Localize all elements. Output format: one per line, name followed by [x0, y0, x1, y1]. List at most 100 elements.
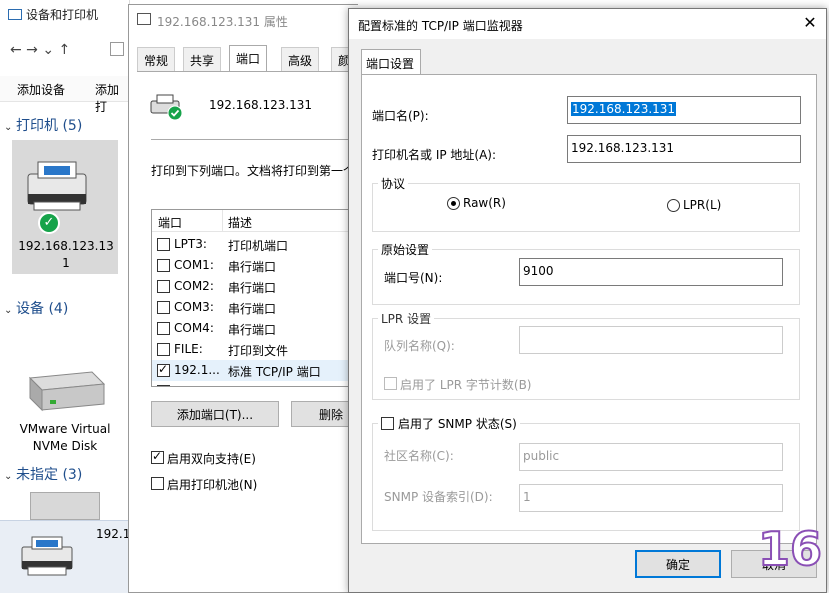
port-list[interactable]: 端口 描述 LPT3: 打印机端口 COM1: 串行端口 COM2: 串行端口 COM3: 串… — [151, 209, 359, 387]
chevron-down-icon: ⌄ — [4, 471, 13, 482]
bidirectional-label: 启用双向支持(E) — [167, 452, 256, 466]
divider — [151, 139, 357, 140]
chevron-down-icon: ⌄ — [4, 122, 13, 133]
tab-sharing[interactable]: 共享 — [183, 47, 222, 71]
port-checkbox[interactable] — [157, 259, 170, 272]
properties-titlebar[interactable]: 192.168.123.131 属性 — [129, 5, 359, 35]
port-name: COM4: — [174, 321, 214, 335]
port-name-field[interactable]: 192.168.123.131 — [567, 96, 801, 124]
properties-title: 192.168.123.131 属性 — [157, 15, 288, 29]
group-unspecified[interactable]: ⌄ 未指定 (3) — [4, 464, 82, 484]
default-check-icon: ✓ — [38, 212, 60, 234]
close-icon[interactable]: ✕ — [799, 13, 821, 32]
bidirectional-checkbox[interactable] — [151, 449, 164, 464]
group-devices[interactable]: ⌄ 设备 (4) — [4, 298, 68, 318]
port-settings-panel: 端口名(P): 192.168.123.131 打印机名或 IP 地址(A): … — [361, 74, 817, 544]
dialog-titlebar[interactable]: 配置标准的 TCP/IP 端口监视器 ✕ — [349, 9, 826, 39]
column-description[interactable]: 描述 — [228, 214, 252, 231]
unspecified-device-icon[interactable] — [30, 492, 100, 520]
community-field[interactable]: public — [519, 443, 783, 471]
port-number-label: 端口号(N): — [384, 271, 443, 285]
tab-advanced[interactable]: 高级 — [281, 47, 320, 71]
snmp-index-field[interactable]: 1 — [519, 484, 783, 512]
address-bar-icon[interactable] — [110, 42, 124, 56]
port-checkbox[interactable] — [157, 385, 170, 386]
snmp-index-label: SNMP 设备索引(D): — [384, 490, 493, 504]
port-description: 串行端口 — [228, 323, 277, 337]
printer-tile-selected[interactable]: ✓ 192.168.123.13 1 — [12, 140, 118, 274]
port-description: 打印机端口 — [228, 239, 289, 253]
port-name-value: 192.168.123.131 — [571, 102, 677, 116]
port-row[interactable]: COM2: 串行端口 — [152, 276, 358, 297]
column-port[interactable]: 端口 — [158, 214, 182, 231]
port-name: LPT3: — [174, 237, 207, 251]
tab-general[interactable]: 常规 — [137, 47, 176, 71]
snmp-checkbox[interactable] — [381, 417, 394, 430]
details-printer-name: 192.1 — [96, 527, 131, 541]
corner-number-watermark: 16 — [757, 521, 823, 577]
printer-pooling-label: 启用打印机池(N) — [167, 478, 258, 492]
port-name: COM2: — [174, 279, 214, 293]
port-name: COM3: — [174, 300, 214, 314]
port-row[interactable]: COM1: 串行端口 — [152, 255, 358, 276]
host-label: 打印机名或 IP 地址(A): — [372, 148, 497, 162]
tcpip-port-dialog: 配置标准的 TCP/IP 端口监视器 ✕ 端口设置 端口名(P): 192.16… — [348, 8, 827, 593]
port-row[interactable]: 192.1... 标准 TCP/IP 端口 — [152, 360, 358, 381]
chevron-down-icon: ⌄ — [4, 305, 13, 316]
port-row[interactable]: COM4: 串行端口 — [152, 318, 358, 339]
snmp-group — [372, 423, 800, 531]
lpr-radio[interactable] — [667, 199, 680, 212]
port-checkbox[interactable] — [157, 322, 170, 335]
community-label: 社区名称(C): — [384, 449, 454, 463]
raw-settings-title: 原始设置 — [378, 241, 433, 258]
explorer-window: 设备和打印机 ← → ⌄ ↑ 添加设备 添加打 ⌄ 打印机 (5) ✓ 192.1… — [0, 0, 130, 593]
snmp-title: 启用了 SNMP 状态(S) — [378, 415, 520, 432]
add-port-button[interactable]: 添加端口(T)... — [151, 401, 279, 427]
lpr-label: LPR(L) — [683, 198, 722, 212]
lpr-byte-count-checkbox[interactable] — [384, 377, 397, 390]
queue-field[interactable] — [519, 326, 783, 354]
port-row[interactable]: FILE: 打印到文件 — [152, 339, 358, 360]
disk-label: VMware Virtual NVMe Disk — [19, 422, 111, 453]
port-checkbox[interactable] — [157, 238, 170, 251]
port-checkbox[interactable] — [157, 362, 170, 377]
port-row[interactable]: LPT3: 打印机端口 — [152, 234, 358, 255]
tab-port-settings[interactable]: 端口设置 — [361, 49, 421, 75]
port-name: COM1: — [174, 258, 214, 272]
group-printers[interactable]: ⌄ 打印机 (5) — [4, 115, 82, 135]
port-row[interactable]: 192.1... 标准 TCP/IP 端口 — [152, 381, 358, 386]
port-row[interactable]: COM3: 串行端口 — [152, 297, 358, 318]
tab-ports[interactable]: 端口 — [229, 45, 268, 72]
add-device-button[interactable]: 添加设备 — [17, 81, 65, 98]
details-pane: 192.1 — [0, 520, 130, 593]
properties-printer-name: 192.168.123.131 — [209, 98, 313, 112]
printer-icon — [27, 161, 87, 211]
add-printer-button[interactable]: 添加打 — [95, 81, 130, 115]
port-name: 192.1... — [174, 384, 220, 386]
host-field[interactable]: 192.168.123.131 — [567, 135, 801, 163]
printer-small-icon — [21, 536, 73, 576]
port-description: 标准 TCP/IP 端口 — [228, 365, 321, 379]
printer-pooling-checkbox[interactable] — [151, 477, 164, 490]
port-checkbox[interactable] — [157, 343, 170, 356]
printer-window-icon — [137, 13, 151, 25]
explorer-title: 设备和打印机 — [8, 6, 98, 23]
ok-button[interactable]: 确定 — [635, 550, 721, 578]
raw-radio[interactable] — [447, 197, 460, 210]
navigation-buttons[interactable]: ← → ⌄ ↑ — [10, 42, 70, 58]
port-list-header: 端口 描述 — [152, 210, 358, 232]
explorer-toolbar: 添加设备 添加打 — [0, 76, 130, 114]
lpr-byte-count-label: 启用了 LPR 字节计数(B) — [400, 378, 532, 392]
port-number-field[interactable]: 9100 — [519, 258, 783, 286]
protocol-group — [372, 183, 800, 232]
lpr-settings-title: LPR 设置 — [378, 310, 435, 327]
port-description: 串行端口 — [228, 260, 277, 274]
port-checkbox[interactable] — [157, 301, 170, 314]
raw-label: Raw(R) — [463, 196, 506, 210]
printer-status-icon — [150, 94, 183, 121]
port-description: 标准 TCP/IP 端口 — [228, 384, 321, 386]
disk-icon[interactable] — [22, 368, 106, 416]
port-checkbox[interactable] — [157, 280, 170, 293]
port-description: 串行端口 — [228, 302, 277, 316]
column-divider — [222, 210, 223, 232]
